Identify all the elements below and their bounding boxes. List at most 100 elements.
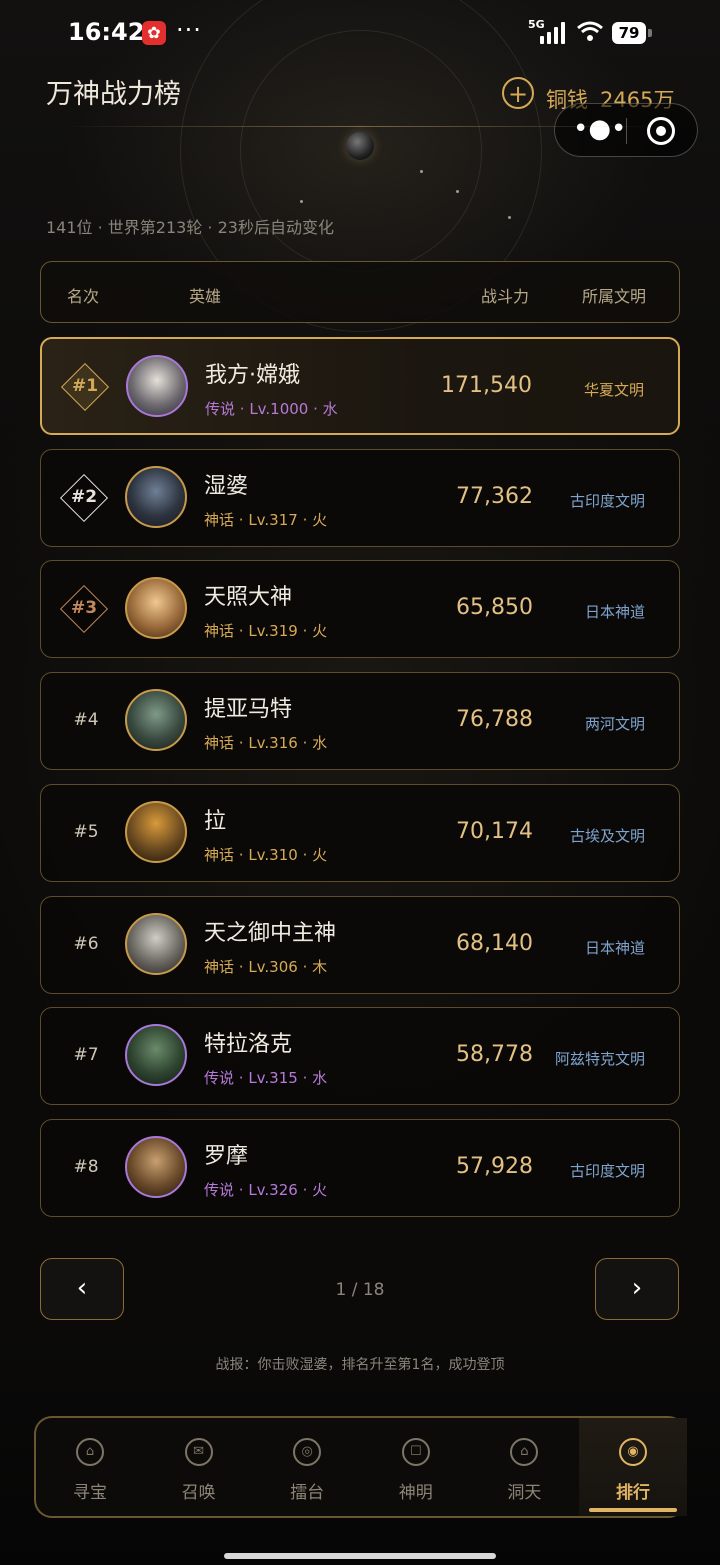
tab-label: 寻宝: [73, 1483, 107, 1503]
hero-power: 68,140: [456, 930, 533, 956]
col-rank: 名次: [67, 287, 100, 306]
arena-icon: ◎: [293, 1438, 322, 1466]
meta-separator: ·: [297, 510, 313, 529]
rank-number: #6: [73, 933, 99, 954]
status-time: 16:42: [68, 18, 145, 46]
status-more: ···: [176, 16, 202, 44]
meta-separator: ·: [297, 1180, 313, 1199]
status-bar: 16:42 ✿ ··· 5G 79: [0, 0, 720, 66]
hero-meta: 神话 · Lv.316 · 水: [204, 732, 327, 753]
hero-name: 天照大神: [204, 585, 293, 611]
prev-page-button[interactable]: ‹: [40, 1258, 124, 1320]
meta-separator: ·: [297, 957, 313, 976]
hero-avatar[interactable]: [125, 1135, 187, 1198]
hero-tier: 神话: [204, 622, 235, 641]
hero-avatar[interactable]: [125, 912, 187, 975]
meta-separator: ·: [297, 622, 313, 641]
hero-tier: 传说: [204, 1180, 235, 1199]
hero-avatar[interactable]: [125, 800, 187, 863]
hero-power: 77,362: [456, 483, 533, 509]
rank-number: #8: [73, 1156, 99, 1177]
meta-separator: ·: [297, 734, 313, 753]
tab-item[interactable]: ☐ 神明: [362, 1418, 470, 1516]
hero-avatar[interactable]: [126, 355, 188, 417]
hero-element: 水: [322, 400, 338, 418]
hero-level: Lv.317: [248, 510, 298, 529]
battery-icon: 79: [612, 22, 646, 44]
hero-name: 罗摩: [204, 1143, 249, 1169]
active-tab-indicator: [589, 1508, 677, 1512]
hero-level: Lv.1000: [249, 400, 309, 418]
col-civilization: 所属文明: [582, 287, 647, 306]
rank-number: #4: [73, 710, 99, 731]
hero-power: 70,174: [456, 818, 533, 844]
rank-number: #3: [70, 598, 98, 619]
orb-ornament: [346, 132, 374, 160]
ranking-row[interactable]: #4 提亚马特 神话 · Lv.316 · 水 76,788 两河文明: [40, 672, 680, 771]
miniprogram-capsule: •●•: [554, 103, 698, 157]
ranking-row[interactable]: #3 天照大神 神话 · Lv.319 · 火 65,850 日本神道: [40, 560, 680, 659]
tab-item[interactable]: ◉ 排行: [579, 1418, 687, 1516]
tab-item[interactable]: ◎ 擂台: [253, 1418, 361, 1516]
round-info: 141位 · 世界第213轮 · 23秒后自动变化: [46, 218, 334, 237]
hero-tier: 神话: [204, 510, 235, 529]
meta-separator: ·: [235, 400, 250, 418]
hero-element: 火: [312, 845, 328, 864]
hero-element: 水: [312, 734, 328, 753]
hero-meta: 神话 · Lv.310 · 火: [204, 844, 327, 865]
more-options-icon[interactable]: •●•: [573, 114, 626, 144]
hero-avatar[interactable]: [125, 577, 187, 640]
hero-name: 特拉洛克: [204, 1032, 293, 1058]
meta-separator: ·: [234, 957, 249, 976]
hero-civilization: 阿兹特克文明: [554, 1050, 645, 1069]
hero-power: 57,928: [456, 1153, 533, 1179]
hero-avatar[interactable]: [125, 465, 187, 528]
ranking-row[interactable]: #7 特拉洛克 传说 · Lv.315 · 水 58,778 阿兹特克文明: [40, 1007, 680, 1106]
rank-badge: #1: [60, 362, 110, 412]
hero-level: Lv.316: [248, 734, 298, 753]
meta-separator: ·: [234, 1180, 249, 1199]
hero-civilization: 两河文明: [584, 715, 645, 734]
rank-number: #7: [73, 1045, 99, 1066]
tab-label: 排行: [616, 1483, 650, 1503]
ranking-row[interactable]: #8 罗摩 传说 · Lv.326 · 火 57,928 古印度文明: [40, 1118, 680, 1217]
hero-element: 火: [312, 1180, 328, 1199]
hero-level: Lv.306: [248, 957, 298, 976]
star: [508, 216, 511, 219]
meta-separator: ·: [234, 510, 249, 529]
ranking-row[interactable]: #1 我方·嫦娥 传说 · Lv.1000 · 水 171,540 华夏文明: [40, 337, 680, 435]
star: [420, 170, 423, 173]
add-coin-button[interactable]: +: [502, 77, 534, 109]
hero-name: 湿婆: [204, 473, 249, 499]
page-indicator: 1 / 18: [335, 1280, 385, 1300]
hero-avatar[interactable]: [125, 689, 187, 752]
hero-power: 65,850: [456, 595, 533, 621]
star: [456, 190, 459, 193]
hero-element: 火: [312, 622, 328, 641]
tab-label: 召唤: [181, 1483, 216, 1503]
ranking-row[interactable]: #5 拉神话 · Lv.310 · 火 70,174 古埃及文明: [40, 783, 680, 882]
tab-item[interactable]: ⌂ 洞天: [470, 1418, 578, 1516]
wifi-icon: [576, 20, 606, 44]
home-indicator[interactable]: [224, 1553, 496, 1559]
hero-tier: 神话: [204, 734, 235, 753]
tab-item[interactable]: ⌂ 寻宝: [36, 1418, 144, 1516]
hero-civilization: 古埃及文明: [569, 826, 645, 845]
ranking-row[interactable]: #6 天之御中主神 神话 · Lv.306 · 木 68,140 日本神道: [40, 895, 680, 994]
close-miniprogram-icon[interactable]: [647, 117, 675, 145]
next-page-button[interactable]: ›: [595, 1258, 679, 1320]
meta-separator: ·: [234, 734, 249, 753]
hero-meta: 神话 · Lv.306 · 木: [204, 956, 327, 977]
hero-name: 提亚马特: [204, 697, 293, 723]
col-hero: 英雄: [189, 287, 222, 306]
ranking-row[interactable]: #2 湿婆 神话 · Lv.317 · 火 77,362 古印度文明: [40, 448, 680, 547]
hero-meta: 传说 · Lv.1000 · 水: [205, 398, 338, 419]
hero-avatar[interactable]: [125, 1024, 187, 1087]
hero-civilization: 日本神道: [584, 938, 645, 957]
hero-level: Lv.319: [248, 622, 298, 641]
treasure-icon: ⌂: [76, 1438, 104, 1466]
tab-label: 洞天: [507, 1483, 542, 1503]
hero-element: 水: [312, 1069, 328, 1088]
meta-separator: ·: [234, 845, 249, 864]
tab-item[interactable]: ✉ 召唤: [145, 1418, 253, 1516]
